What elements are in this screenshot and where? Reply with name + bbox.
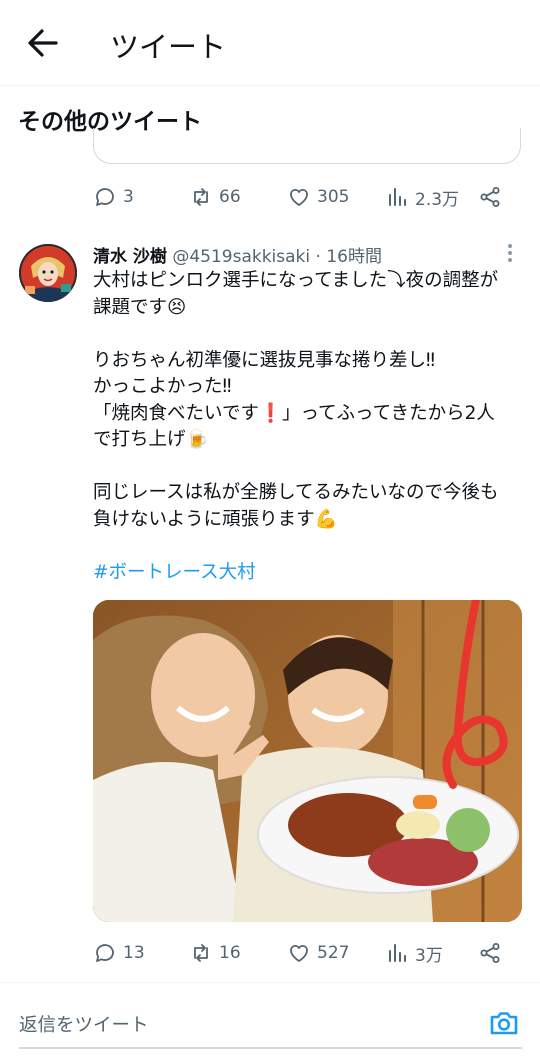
reply-composer: 返信をツイート bbox=[0, 982, 540, 1057]
tweet-line: りおちゃん初準優に選抜見事な捲り差し‼ bbox=[93, 349, 435, 371]
heart-icon bbox=[290, 944, 308, 962]
analytics-icon bbox=[389, 188, 406, 206]
retweet-icon bbox=[194, 944, 208, 962]
reply-count: 3 bbox=[123, 187, 134, 207]
tweet-text: 大村はピンロク選手になってました⤵夜の調整が 課題です😣 りおちゃん初準優に選抜… bbox=[93, 268, 523, 586]
avatar[interactable] bbox=[19, 244, 77, 302]
retweet-count: 16 bbox=[219, 943, 241, 963]
reply-icon bbox=[96, 188, 114, 206]
like-count: 527 bbox=[317, 943, 350, 963]
tweet-meta: 清水 沙樹 @4519sakkisaki · 16時間 bbox=[93, 242, 382, 267]
photo-image bbox=[93, 600, 522, 922]
views-button[interactable]: 2.3万 bbox=[385, 182, 459, 212]
reply-count: 13 bbox=[123, 943, 145, 963]
tweet-line: 「焼肉食べたいです❗」ってふってきたから2人 bbox=[93, 402, 495, 424]
tweet-line: かっこよかった‼ bbox=[93, 376, 232, 397]
retweet-icon bbox=[194, 188, 208, 206]
retweet-button[interactable]: 66 bbox=[189, 182, 241, 212]
reply-input-underline bbox=[19, 1047, 522, 1049]
camera-icon[interactable] bbox=[488, 1007, 520, 1039]
reply-button[interactable]: 3 bbox=[93, 182, 134, 212]
tweet-spacer bbox=[93, 533, 523, 560]
view-count: 2.3万 bbox=[415, 189, 460, 210]
back-arrow-icon[interactable] bbox=[24, 26, 60, 60]
tweet-line: 大村はピンロク選手になってました⤵夜の調整が bbox=[93, 270, 499, 291]
tweet-line bbox=[93, 321, 523, 348]
author-handle[interactable]: @4519sakkisaki bbox=[172, 247, 310, 267]
share-button[interactable] bbox=[478, 938, 502, 968]
hashtag-link[interactable]: #ボートレース大村 bbox=[93, 560, 523, 587]
tweet-line: 同じレースは私が全勝してるみたいなので今後も bbox=[93, 482, 499, 503]
reply-icon bbox=[96, 944, 114, 962]
more-options-icon[interactable] bbox=[505, 242, 515, 264]
share-icon bbox=[480, 187, 500, 207]
tweet-time[interactable]: 16時間 bbox=[326, 247, 382, 267]
page-title: ツイート bbox=[110, 30, 227, 64]
author-name[interactable]: 清水 沙樹 bbox=[93, 247, 167, 267]
like-button[interactable]: 527 bbox=[287, 938, 349, 968]
like-button[interactable]: 305 bbox=[287, 182, 349, 212]
retweet-count: 66 bbox=[219, 187, 241, 207]
avatar-illustration bbox=[19, 244, 77, 302]
tweet-line bbox=[93, 454, 523, 481]
tweet-line: で打ち上げ🍺 bbox=[93, 429, 209, 450]
like-count: 305 bbox=[317, 187, 350, 207]
share-icon bbox=[480, 943, 500, 963]
tweet-photo[interactable] bbox=[93, 600, 522, 922]
heart-icon bbox=[290, 188, 308, 206]
views-button[interactable]: 3万 bbox=[385, 938, 443, 968]
tweet-line: 負けないように頑張ります💪 bbox=[93, 508, 338, 530]
tweet-line: 課題です😣 bbox=[93, 296, 187, 318]
meta-separator: · bbox=[315, 247, 321, 267]
tweet-action-bar: 13 16 527 3万 bbox=[93, 938, 513, 968]
share-button[interactable] bbox=[478, 182, 502, 212]
quoted-card-edge[interactable] bbox=[93, 128, 521, 164]
retweet-button[interactable]: 16 bbox=[189, 938, 241, 968]
reply-input[interactable]: 返信をツイート bbox=[19, 1011, 149, 1037]
reply-button[interactable]: 13 bbox=[93, 938, 145, 968]
prev-tweet-action-bar: 3 66 305 2.3万 bbox=[93, 182, 513, 212]
analytics-icon bbox=[389, 944, 406, 962]
view-count: 3万 bbox=[415, 945, 443, 966]
top-bar: ツイート bbox=[0, 0, 540, 86]
